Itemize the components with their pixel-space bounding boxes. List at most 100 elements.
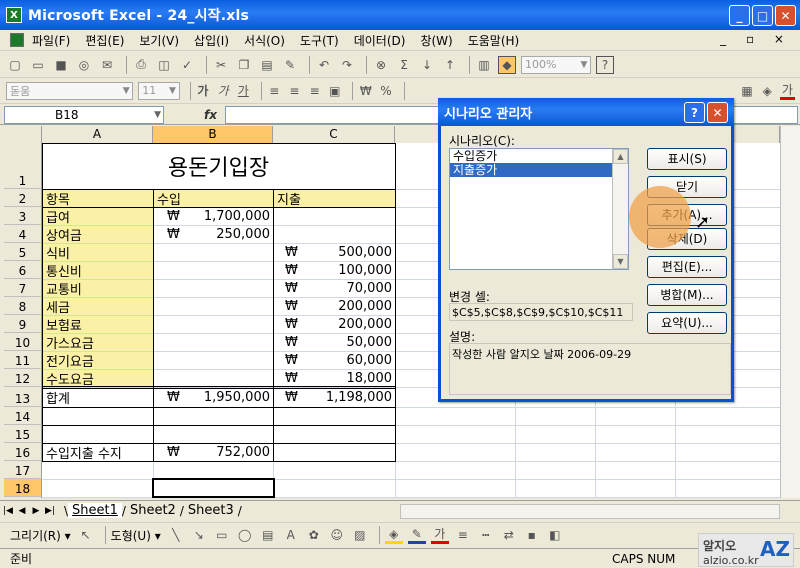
dash-style-icon[interactable]: ┅ xyxy=(477,526,495,544)
header-cell-expense[interactable]: 지출 xyxy=(274,190,395,207)
name-box[interactable]: B18 ▼ xyxy=(4,105,164,124)
expense-cell[interactable]: ₩50,000 xyxy=(274,334,395,351)
paste-icon[interactable]: ▤ xyxy=(258,56,276,74)
bold-button[interactable]: 가 xyxy=(195,82,210,100)
expense-cell[interactable]: ₩200,000 xyxy=(274,298,395,315)
line-style-icon[interactable]: ≡ xyxy=(454,526,472,544)
spelling-icon[interactable]: ✓ xyxy=(178,56,196,74)
item-label-cell[interactable]: 세금 xyxy=(43,298,153,315)
borders-icon[interactable]: ▦ xyxy=(739,82,754,100)
menu-format[interactable]: 서식(O) xyxy=(244,32,285,49)
active-cell-b18[interactable] xyxy=(152,478,275,498)
row-header[interactable]: 4 xyxy=(4,225,42,243)
menu-help[interactable]: 도움말(H) xyxy=(468,32,520,49)
save-icon[interactable]: ■ xyxy=(52,56,70,74)
workbook-icon[interactable] xyxy=(10,33,24,47)
arrow-style-icon[interactable]: ⇄ xyxy=(500,526,518,544)
scenario-item-income-increase[interactable]: 수입증가 xyxy=(450,149,628,163)
sort-ascending-icon[interactable]: ↓ xyxy=(418,56,436,74)
line-color-icon[interactable]: ✎ xyxy=(407,526,426,544)
first-sheet-icon[interactable]: |◀ xyxy=(2,506,14,516)
expense-cell[interactable]: ₩200,000 xyxy=(274,316,395,333)
menu-file[interactable]: 파일(F) xyxy=(32,32,70,49)
autosum-icon[interactable]: Σ xyxy=(395,56,413,74)
draw-menu-button[interactable]: 그리기(R) ▾ xyxy=(10,527,71,544)
balance-label-cell[interactable]: 수입지출 수지 xyxy=(43,444,153,461)
prev-sheet-icon[interactable]: ◀ xyxy=(16,506,28,516)
sheet-title-cell[interactable]: 용돈기입장 xyxy=(42,143,395,189)
dialog-close-button[interactable]: ✕ xyxy=(707,102,728,123)
item-label-cell[interactable]: 보험료 xyxy=(43,316,153,333)
insert-function-icon[interactable]: fx xyxy=(204,108,217,122)
wordart-icon[interactable]: A xyxy=(282,526,300,544)
expense-cell[interactable]: ₩18,000 xyxy=(274,370,395,387)
undo-icon[interactable]: ↶ xyxy=(315,56,333,74)
minimize-button[interactable]: _ xyxy=(729,5,750,26)
dialog-help-button[interactable]: ? xyxy=(684,102,705,123)
row-header[interactable]: 18 xyxy=(4,479,42,497)
3d-icon[interactable]: ◧ xyxy=(546,526,564,544)
menu-data[interactable]: 데이터(D) xyxy=(354,32,406,49)
column-header-c[interactable]: C xyxy=(273,126,395,143)
horizontal-scrollbar[interactable] xyxy=(400,504,780,519)
open-icon[interactable]: ▭ xyxy=(29,56,47,74)
maximize-button[interactable]: □ xyxy=(752,5,773,26)
header-cell-income[interactable]: 수입 xyxy=(154,190,273,207)
row-header[interactable]: 17 xyxy=(4,461,42,479)
row-header[interactable]: 5 xyxy=(4,243,42,261)
chart-wizard-icon[interactable]: ▥ xyxy=(475,56,493,74)
select-all-corner[interactable] xyxy=(4,126,42,143)
permission-icon[interactable]: ◎ xyxy=(75,56,93,74)
print-preview-icon[interactable]: ◫ xyxy=(155,56,173,74)
vertical-scrollbar[interactable] xyxy=(780,126,800,498)
show-button[interactable]: 표시(S) xyxy=(647,148,727,170)
row-header[interactable]: 19 xyxy=(4,497,42,498)
rectangle-icon[interactable]: ▭ xyxy=(213,526,231,544)
close-button[interactable]: ✕ xyxy=(775,5,796,26)
format-painter-icon[interactable]: ✎ xyxy=(281,56,299,74)
header-cell-item[interactable]: 항목 xyxy=(43,190,153,207)
help-icon[interactable]: ? xyxy=(596,55,614,74)
row-header[interactable]: 13 xyxy=(4,387,42,407)
redo-icon[interactable]: ↷ xyxy=(338,56,356,74)
cut-icon[interactable]: ✂ xyxy=(212,56,230,74)
total-income-cell[interactable]: ₩1,950,000 xyxy=(154,388,273,407)
sort-descending-icon[interactable]: ↑ xyxy=(441,56,459,74)
row-header[interactable]: 15 xyxy=(4,425,42,443)
row-header[interactable]: 9 xyxy=(4,315,42,333)
item-label-cell[interactable]: 전기요금 xyxy=(43,352,153,369)
align-left-icon[interactable]: ≡ xyxy=(267,82,282,100)
sheet-tab-1[interactable]: Sheet1 xyxy=(68,503,122,518)
document-window-controls[interactable]: _ ▫ × xyxy=(720,32,792,46)
hyperlink-icon[interactable]: ⊗ xyxy=(372,56,390,74)
excel-app-icon[interactable]: X xyxy=(6,7,22,23)
item-label-cell[interactable]: 통신비 xyxy=(43,262,153,279)
scenario-item-expense-increase[interactable]: 지출증가 xyxy=(450,163,628,177)
item-label-cell[interactable]: 수도요금 xyxy=(43,370,153,387)
expense-cell[interactable]: ₩70,000 xyxy=(274,280,395,297)
align-center-icon[interactable]: ≡ xyxy=(287,82,302,100)
next-sheet-icon[interactable]: ▶ xyxy=(30,506,42,516)
scenario-list-scrollbar[interactable]: ▲ ▼ xyxy=(612,149,628,269)
sheet-tab-3[interactable]: Sheet3 xyxy=(184,503,238,518)
arrow-icon[interactable]: ↘ xyxy=(190,526,208,544)
row-header[interactable]: 7 xyxy=(4,279,42,297)
row-header[interactable]: 11 xyxy=(4,351,42,369)
last-sheet-icon[interactable]: ▶| xyxy=(44,506,56,516)
textbox-icon[interactable]: ▤ xyxy=(259,526,277,544)
oval-icon[interactable]: ◯ xyxy=(236,526,254,544)
font-name-select[interactable]: 돋움 ▼ xyxy=(6,81,134,100)
currency-button[interactable]: ₩ xyxy=(358,82,373,100)
column-header-a[interactable]: A xyxy=(42,126,153,143)
picture-icon[interactable]: ▨ xyxy=(351,526,369,544)
menu-insert[interactable]: 삽입(I) xyxy=(194,32,229,49)
font-size-select[interactable]: 11 ▼ xyxy=(138,81,180,100)
item-label-cell[interactable]: 식비 xyxy=(43,244,153,261)
drawing-icon[interactable]: ◆ xyxy=(498,55,516,74)
income-cell[interactable]: ₩250,000 xyxy=(154,226,273,243)
scenario-list[interactable]: 수입증가 지출증가 ▲ ▼ xyxy=(449,148,629,270)
select-objects-icon[interactable]: ↖ xyxy=(77,526,95,544)
item-label-cell[interactable]: 교통비 xyxy=(43,280,153,297)
expense-cell[interactable]: ₩60,000 xyxy=(274,352,395,369)
menu-window[interactable]: 창(W) xyxy=(420,32,452,49)
